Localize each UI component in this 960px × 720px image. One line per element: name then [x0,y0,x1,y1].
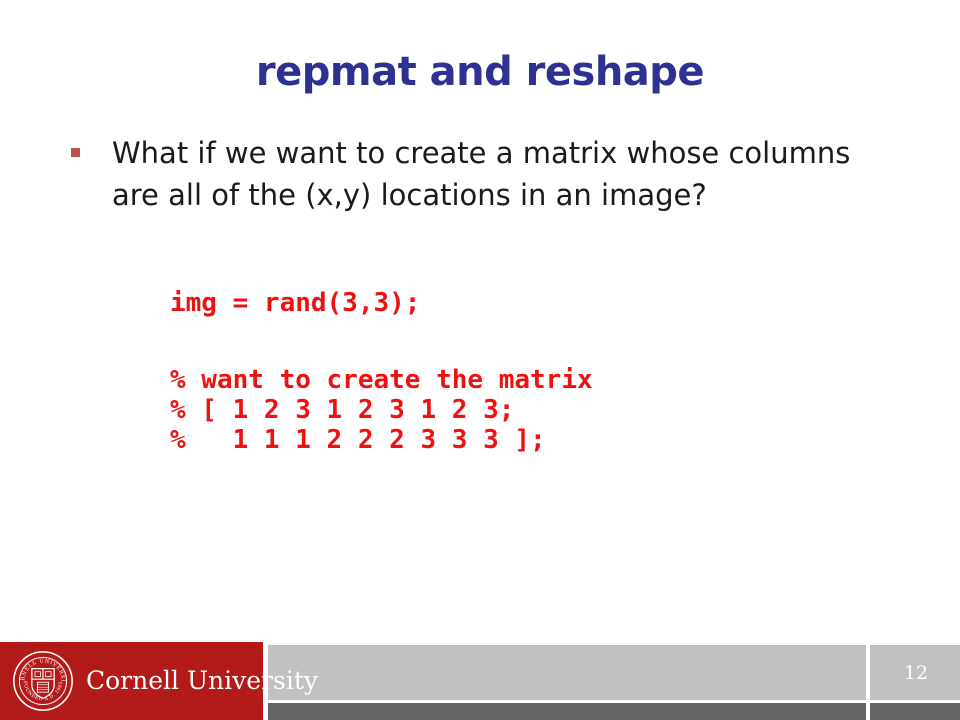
bullet-text: What if we want to create a matrix whose… [112,136,851,212]
bullet-square-icon [71,148,80,157]
code-line: % [ 1 2 3 1 2 3 1 2 3; [170,395,515,425]
footer-light-band [268,645,960,700]
footer-dark-band [268,703,960,720]
footer-divider [866,642,870,720]
code-line: % want to create the matrix [170,365,593,395]
code-line: img = rand(3,3); [170,288,421,318]
slide-footer: CORNELL UNIVERSITY FOUNDED A.D. 1865 Cor… [0,642,960,720]
cornell-logo-lockup: CORNELL UNIVERSITY FOUNDED A.D. 1865 Cor… [12,647,318,715]
code-line: % 1 1 1 2 2 2 3 3 3 ]; [170,425,546,455]
body-content: What if we want to create a matrix whose… [62,132,922,216]
code-block: img = rand(3,3); % want to create the ma… [170,288,870,455]
page-number: 12 [903,661,929,684]
page-title: repmat and reshape [255,49,705,95]
cornell-seal-icon: CORNELL UNIVERSITY FOUNDED A.D. 1865 [12,650,73,711]
cornell-wordmark: Cornell University [86,666,318,695]
list-item: What if we want to create a matrix whose… [62,132,922,216]
slide: repmat and reshape What if we want to cr… [0,0,960,720]
